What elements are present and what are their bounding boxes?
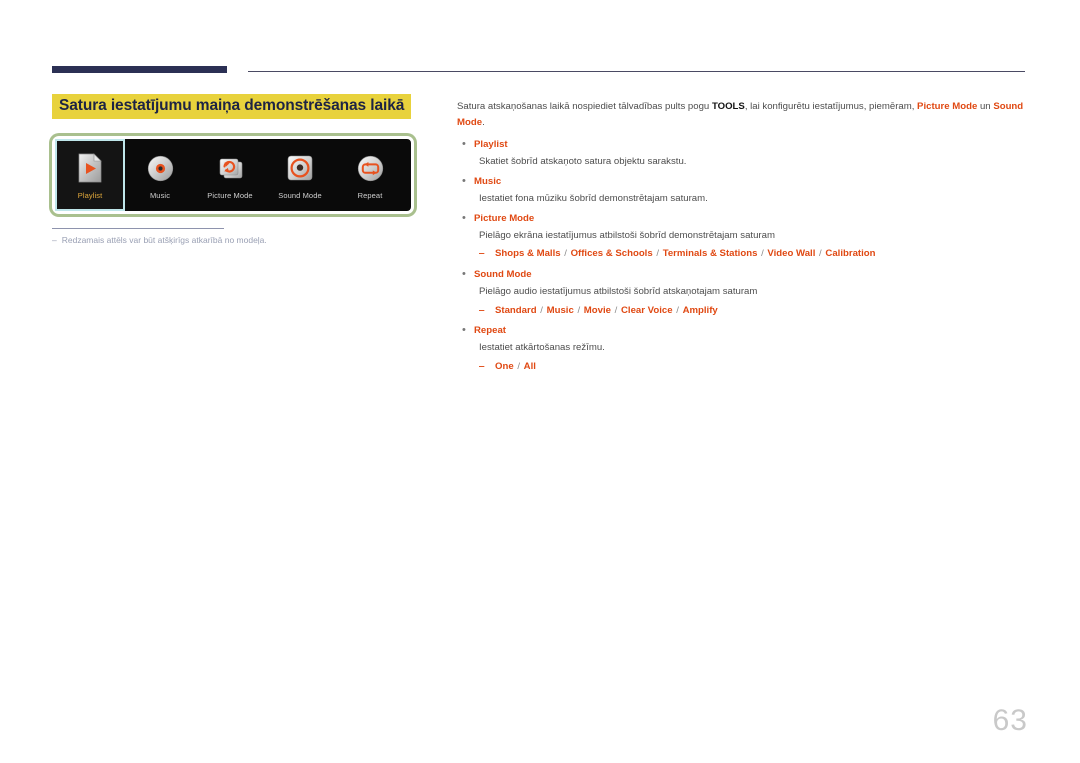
menu-item-label: Picture Mode (207, 191, 253, 201)
option-value: All (523, 360, 536, 372)
list-item: • Sound Mode Pielāgo audio iestatījumus … (457, 268, 1027, 318)
bullet-heading-row: • Sound Mode (457, 268, 1027, 283)
picture-mode-keyword: Picture Mode (917, 101, 978, 112)
bullet-title: Sound Mode (474, 269, 532, 281)
bullet-heading-row: • Music (457, 175, 1027, 190)
option-value: Music (546, 304, 574, 316)
bullet-title: Playlist (474, 138, 508, 150)
bullet-options-row: ‒ Shops & Malls / Offices & Schools / Te… (479, 247, 1027, 262)
option-value: One (495, 360, 514, 372)
intro-part1: Satura atskaņošanas laikā nospiediet tāl… (457, 101, 712, 112)
option-value: Calibration (825, 248, 876, 260)
intro-part3: un (977, 101, 994, 112)
bullet-description: Iestatiet fona mūziku šobrīd demonstrēta… (479, 192, 708, 204)
sub-dash-icon: ‒ (479, 248, 485, 260)
bullet-options: Standard / Music / Movie / Clear Voice /… (495, 304, 718, 319)
menu-item-repeat[interactable]: Repeat (335, 139, 405, 211)
caption-text: Redzamais attēls var būt atšķirīgs atkar… (61, 234, 267, 245)
intro-part2: , lai konfigurētu iestatījumus, piemēram… (744, 101, 918, 112)
page-number: 63 (992, 704, 1028, 737)
header-rules (0, 66, 1080, 78)
menu-item-sound-mode[interactable]: Sound Mode (265, 139, 335, 211)
music-disc-icon (147, 149, 174, 187)
option-separator: / (561, 248, 570, 260)
menu-item-label: Repeat (357, 191, 383, 201)
bullet-title: Music (474, 175, 502, 187)
bullet-options-row: ‒ Standard / Music / Movie / Clear Voice… (479, 304, 1027, 319)
bullet-description: Pielāgo audio iestatījumus atbilstoši šo… (479, 286, 758, 298)
option-separator: / (514, 360, 523, 372)
intro-part4: . (482, 116, 485, 128)
option-value: Terminals & Stations (662, 248, 758, 260)
option-separator: / (574, 304, 583, 316)
option-value: Video Wall (767, 248, 816, 260)
list-item: • Repeat Iestatiet atkārtošanas režīmu. … (457, 324, 1027, 374)
option-separator: / (537, 304, 546, 316)
option-value: Amplify (682, 304, 718, 316)
repeat-loop-icon (357, 149, 384, 187)
option-value: Clear Voice (621, 304, 673, 316)
bullet-description: Pielāgo ekrāna iestatījumus atbilstoši š… (479, 230, 775, 242)
menu-item-label: Playlist (77, 191, 103, 201)
bullet-heading-row: • Repeat (457, 324, 1027, 339)
bullet-dot-icon: • (462, 137, 466, 150)
header-thick-bar (52, 66, 227, 73)
tools-keyword: TOOLS (711, 101, 745, 112)
bullet-dot-icon: • (462, 212, 466, 225)
bullet-title: Repeat (474, 325, 506, 337)
option-separator: / (612, 304, 620, 316)
list-item: • Music Iestatiet fona mūziku šobrīd dem… (457, 175, 1027, 206)
option-separator: / (653, 248, 662, 260)
page-title: Satura iestatījumu maiņa demonstrēšanas … (52, 94, 412, 119)
list-item: • Playlist Skatiet šobrīd atskaņoto satu… (457, 138, 1027, 169)
caption-divider (52, 227, 224, 229)
option-value: Offices & Schools (570, 248, 653, 260)
option-value: Shops & Malls (495, 248, 561, 260)
picture-mode-refresh-icon (215, 149, 245, 187)
option-value: Movie (583, 304, 611, 316)
bullet-dot-icon: • (462, 174, 466, 187)
menu-item-music[interactable]: Music (125, 139, 195, 211)
bullet-description: Iestatiet atkārtošanas režīmu. (479, 342, 605, 354)
bullet-dot-icon: • (462, 324, 466, 337)
menu-item-playlist[interactable]: Playlist (55, 138, 125, 211)
caption-dash: ‒ (52, 234, 57, 245)
right-column: Satura atskaņošanas laikā nospiediet tāl… (457, 99, 1027, 378)
bullet-options-row: ‒ One / All (479, 360, 1027, 375)
menu-item-label: Sound Mode (278, 191, 322, 201)
bullet-options: Shops & Malls / Offices & Schools / Term… (495, 247, 876, 262)
tv-menu-screenshot: Playlist Music Picture Mode Sound Mode R… (52, 135, 414, 214)
list-item: • Picture Mode Pielāgo ekrāna iestatījum… (457, 212, 1027, 262)
image-caption-note: ‒ Redzamais attēls var būt atšķirīgs atk… (52, 235, 428, 246)
bullet-heading-row: • Picture Mode (457, 212, 1027, 227)
left-column: Satura iestatījumu maiņa demonstrēšanas … (52, 94, 428, 246)
option-value: Standard (495, 304, 537, 316)
sub-dash-icon: ‒ (479, 360, 485, 372)
sound-mode-speaker-icon (286, 149, 314, 187)
option-separator: / (673, 304, 682, 316)
option-separator: / (816, 248, 825, 260)
bullet-dot-icon: • (462, 268, 466, 281)
bullet-title: Picture Mode (474, 213, 535, 225)
menu-item-picture-mode[interactable]: Picture Mode (195, 139, 265, 211)
sub-dash-icon: ‒ (479, 304, 485, 316)
menu-item-label: Music (149, 191, 171, 201)
playlist-file-play-icon (77, 149, 103, 187)
option-separator: / (758, 248, 767, 260)
bullet-description: Skatiet šobrīd atskaņoto satura objektu … (479, 155, 687, 167)
header-thin-line (248, 71, 1025, 72)
intro-paragraph: Satura atskaņošanas laikā nospiediet tāl… (457, 99, 1027, 131)
bullet-options: One / All (495, 360, 536, 375)
bullet-heading-row: • Playlist (457, 138, 1027, 153)
